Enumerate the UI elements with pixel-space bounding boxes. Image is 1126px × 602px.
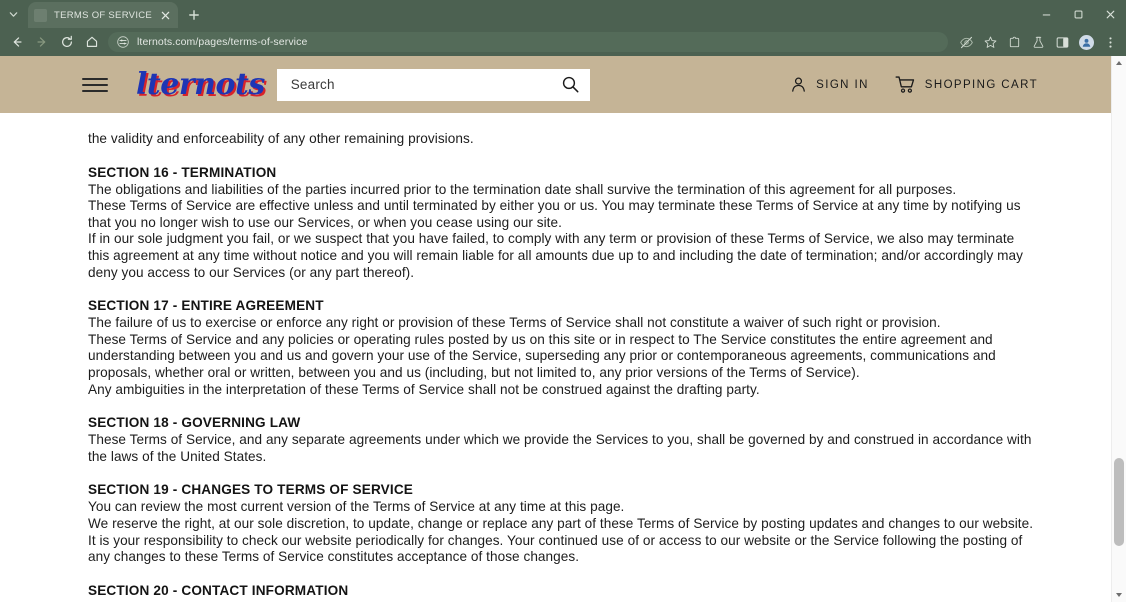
lab-flask-icon	[1033, 36, 1043, 48]
bookmark-button[interactable]	[978, 30, 1002, 54]
section-paragraph: The failure of us to exercise or enforce…	[88, 315, 941, 331]
window-controls	[1030, 0, 1126, 28]
side-panel-icon	[1056, 36, 1068, 48]
section-heading: SECTION 18 - GOVERNING LAW	[88, 415, 301, 431]
sign-in-link[interactable]: SIGN IN	[790, 76, 869, 93]
terms-of-service-content: the validity and enforceability of any o…	[0, 113, 1126, 602]
shopping-cart-label: SHOPPING CART	[924, 78, 1038, 91]
page-scrollbar[interactable]	[1111, 56, 1126, 602]
header-actions: SIGN IN SHOPPING CART	[790, 75, 1126, 94]
section-block: SECTION 18 - GOVERNING LAW These Terms o…	[88, 415, 1038, 465]
shopping-cart-icon	[895, 76, 914, 93]
section-paragraph: We reserve the right, at our sole discre…	[88, 515, 1034, 565]
reload-icon	[61, 35, 72, 48]
section-heading: SECTION 20 - CONTACT INFORMATION	[88, 582, 349, 598]
lab-button[interactable]	[1026, 30, 1050, 54]
person-icon	[792, 77, 806, 92]
tab-strip: TERMS OF SERVICE	[0, 0, 1126, 28]
sign-in-label: SIGN IN	[816, 78, 869, 91]
chevron-down-icon	[9, 11, 17, 17]
site-header: lternots SIGN IN	[0, 56, 1126, 113]
plus-icon	[189, 10, 199, 20]
home-button[interactable]	[79, 30, 104, 54]
section-block: SECTION 20 - CONTACT INFORMATION Questio…	[88, 583, 1038, 602]
search-input[interactable]	[288, 76, 561, 93]
tab-close-button[interactable]	[158, 8, 172, 22]
address-bar-url: lternots.com/pages/terms-of-service	[137, 36, 308, 48]
minimize-icon	[1042, 13, 1050, 16]
browser-window: TERMS OF SERVICE lternots.com/pages/term…	[0, 0, 1126, 602]
extensions-icon	[1009, 36, 1019, 47]
eye-off-icon	[959, 36, 973, 48]
toolbar-actions	[954, 30, 1122, 54]
extensions-button[interactable]	[1002, 30, 1026, 54]
section-paragraph: These Terms of Service and any policies …	[88, 331, 996, 380]
shopping-cart-link[interactable]: SHOPPING CART	[895, 75, 1038, 94]
section-block: SECTION 17 - ENTIRE AGREEMENT The failur…	[88, 298, 1038, 398]
section-heading: SECTION 17 - ENTIRE AGREEMENT	[88, 298, 324, 314]
window-minimize-button[interactable]	[1030, 0, 1062, 28]
tab-title: TERMS OF SERVICE	[54, 9, 153, 21]
tab-search-button[interactable]	[0, 0, 26, 28]
search-icon[interactable]	[561, 75, 580, 94]
profile-button[interactable]	[1074, 30, 1098, 54]
browser-toolbar: lternots.com/pages/terms-of-service	[0, 28, 1126, 56]
section-block: SECTION 16 - TERMINATION The obligations…	[88, 165, 1038, 282]
address-bar[interactable]: lternots.com/pages/terms-of-service	[108, 32, 948, 52]
scroll-down-arrow[interactable]	[1112, 588, 1126, 602]
section-paragraph: The obligations and liabilities of the p…	[88, 181, 957, 197]
new-tab-button[interactable]	[181, 2, 207, 28]
close-icon	[161, 11, 169, 19]
three-dot-menu-icon	[1108, 36, 1112, 48]
side-panel-button[interactable]	[1050, 30, 1074, 54]
page-viewport: lternots SIGN IN	[0, 56, 1126, 602]
scroll-up-arrow[interactable]	[1112, 56, 1126, 70]
section-heading: SECTION 16 - TERMINATION	[88, 164, 277, 180]
site-logo[interactable]: lternots	[136, 69, 265, 100]
back-button[interactable]	[4, 30, 29, 54]
section-paragraph: You can review the most current version …	[88, 499, 625, 515]
site-settings-icon[interactable]	[116, 36, 129, 49]
bookmark-star-icon	[984, 36, 996, 48]
forward-button[interactable]	[29, 30, 54, 54]
maximize-icon	[1074, 10, 1082, 18]
search-box[interactable]	[276, 68, 590, 101]
section-paragraph: These Terms of Service are effective unl…	[88, 198, 1021, 230]
window-close-button[interactable]	[1094, 0, 1126, 28]
section-block: SECTION 19 - CHANGES TO TERMS OF SERVICE…	[88, 482, 1038, 565]
close-icon	[1106, 10, 1114, 18]
reload-button[interactable]	[54, 30, 79, 54]
browser-tab[interactable]: TERMS OF SERVICE	[28, 2, 178, 28]
section-paragraph: These Terms of Service, and any separate…	[88, 432, 1032, 464]
window-maximize-button[interactable]	[1062, 0, 1094, 28]
back-arrow-icon	[13, 37, 22, 47]
tab-favicon	[34, 8, 47, 22]
tracking-protection-button[interactable]	[954, 30, 978, 54]
partial-top-line: the validity and enforceability of any o…	[88, 131, 474, 146]
section-heading: SECTION 19 - CHANGES TO TERMS OF SERVICE	[88, 482, 414, 498]
browser-menu-button[interactable]	[1098, 30, 1122, 54]
partial-paragraph-block: the validity and enforceability of any o…	[88, 131, 1038, 148]
tune-icon	[116, 36, 129, 48]
scrollbar-thumb[interactable]	[1114, 458, 1124, 546]
forward-arrow-icon	[36, 37, 45, 47]
profile-avatar-icon	[1078, 34, 1094, 50]
home-icon	[86, 36, 97, 47]
section-paragraph: Any ambiguities in the interpretation of…	[88, 381, 760, 397]
hamburger-menu-icon[interactable]	[82, 75, 108, 95]
section-paragraph: If in our sole judgment you fail, or we …	[88, 231, 1023, 280]
